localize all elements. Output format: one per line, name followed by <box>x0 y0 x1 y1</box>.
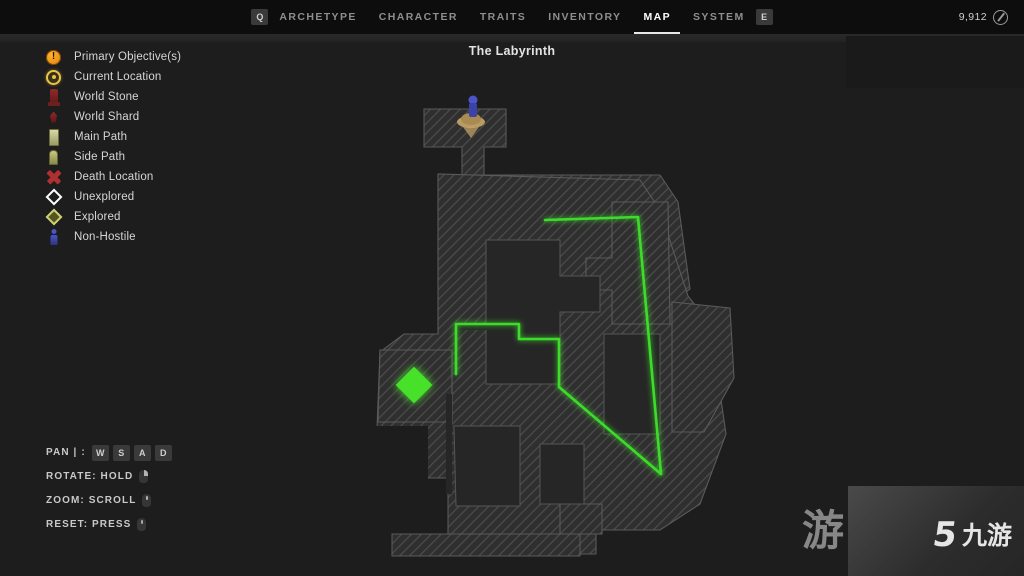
currency-amount: 9,912 <box>958 11 987 23</box>
primary-objective-icon: ! <box>44 48 63 67</box>
legend-label-unexplored: Unexplored <box>74 191 135 203</box>
tab-character[interactable]: CHARACTER <box>368 0 469 34</box>
map-legend: ! Primary Objective(s) Current Location … <box>44 47 181 247</box>
control-hint-reset: RESET: PRESS <box>46 517 172 532</box>
legend-item-side-path: Side Path <box>44 147 181 167</box>
unexplored-diamond-icon <box>44 188 63 207</box>
current-location-icon <box>44 68 63 87</box>
mouse-scroll-wheel-icon <box>142 494 152 507</box>
control-label-zoom: ZOOM: SCROLL <box>46 495 137 506</box>
map-regions <box>374 108 735 557</box>
watermark-mark-glyph: 5 <box>930 515 960 555</box>
legend-item-world-stone: World Stone <box>44 87 181 107</box>
nav-tab-list: Q ARCHETYPE CHARACTER TRAITS INVENTORY M… <box>0 0 1024 34</box>
legend-label-explored: Explored <box>74 211 121 223</box>
key-d[interactable]: D <box>154 444 172 461</box>
legend-label-main-path: Main Path <box>74 131 128 143</box>
legend-item-primary-objective: ! Primary Objective(s) <box>44 47 181 67</box>
legend-label-current-location: Current Location <box>74 71 162 83</box>
pan-key-group: W S A D <box>91 444 172 461</box>
control-label-rotate: ROTATE: HOLD <box>46 471 134 482</box>
legend-label-primary-objective: Primary Objective(s) <box>74 51 182 63</box>
nav-prev-key-q[interactable]: Q <box>251 9 269 25</box>
tab-character-label: CHARACTER <box>378 11 458 23</box>
watermark-logo: 5 九游 <box>930 515 1012 555</box>
tab-inventory-label: INVENTORY <box>548 11 622 23</box>
legend-item-current-location: Current Location <box>44 67 181 87</box>
legend-item-unexplored: Unexplored <box>44 187 181 207</box>
currency-display: 9,912 <box>959 0 1008 34</box>
legend-label-side-path: Side Path <box>74 151 126 163</box>
nav-next-key-e[interactable]: E <box>755 9 773 25</box>
key-a[interactable]: A <box>133 444 151 461</box>
top-navigation-bar: Q ARCHETYPE CHARACTER TRAITS INVENTORY M… <box>0 0 1024 34</box>
tab-traits-label: TRAITS <box>479 11 527 23</box>
legend-item-non-hostile: Non-Hostile <box>44 227 181 247</box>
legend-item-death-location: Death Location <box>44 167 181 187</box>
watermark-partial-glyph: 游 <box>802 508 844 554</box>
legend-label-death-location: Death Location <box>74 171 154 183</box>
mouse-right-button-icon <box>139 470 149 483</box>
tab-map[interactable]: MAP <box>632 0 682 34</box>
legend-item-world-shard: World Shard <box>44 107 181 127</box>
explored-diamond-icon <box>44 208 63 227</box>
tab-archetype[interactable]: ARCHETYPE <box>268 0 367 34</box>
legend-label-non-hostile: Non-Hostile <box>74 231 136 243</box>
legend-label-world-shard: World Shard <box>74 111 140 123</box>
control-label-pan: PAN | : <box>46 447 86 458</box>
mouse-middle-button-icon <box>137 518 147 531</box>
control-hint-rotate: ROTATE: HOLD <box>46 469 172 484</box>
control-hint-zoom: ZOOM: SCROLL <box>46 493 172 508</box>
side-path-icon <box>44 148 63 167</box>
tab-system[interactable]: SYSTEM <box>682 0 756 34</box>
scrap-coin-icon <box>993 9 1008 25</box>
legend-item-main-path: Main Path <box>44 127 181 147</box>
world-stone-icon <box>44 88 63 107</box>
top-right-overlay-panel <box>846 36 1024 88</box>
tab-map-label: MAP <box>643 11 672 23</box>
tab-system-label: SYSTEM <box>693 11 745 23</box>
world-shard-icon <box>44 108 63 127</box>
control-hint-pan: PAN | : W S A D <box>46 444 172 461</box>
main-path-icon <box>44 128 63 147</box>
key-s[interactable]: S <box>112 444 130 461</box>
death-location-icon <box>44 168 63 187</box>
watermark-text: 九游 <box>961 520 1012 550</box>
key-w[interactable]: W <box>91 444 109 461</box>
tab-inventory[interactable]: INVENTORY <box>537 0 632 34</box>
map-controls-hints: PAN | : W S A D ROTATE: HOLD ZOOM: SCROL… <box>46 444 172 532</box>
control-label-reset: RESET: PRESS <box>46 519 132 530</box>
tab-traits[interactable]: TRAITS <box>469 0 537 34</box>
active-tab-underline <box>634 32 681 34</box>
legend-label-world-stone: World Stone <box>74 91 139 103</box>
legend-item-explored: Explored <box>44 207 181 227</box>
non-hostile-icon <box>44 228 63 247</box>
tab-archetype-label: ARCHETYPE <box>279 11 357 23</box>
